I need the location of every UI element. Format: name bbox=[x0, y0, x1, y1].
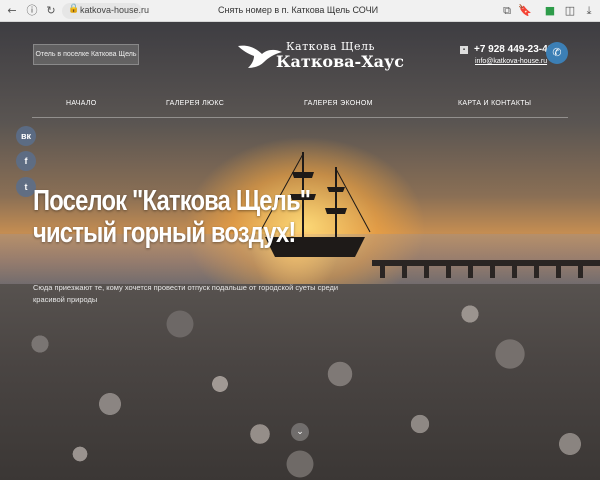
headline-line-2: чистый горный воздух! bbox=[33, 217, 296, 249]
phone-call-icon: ✆ bbox=[552, 46, 562, 59]
url-text: katkova-house.ru bbox=[80, 5, 150, 15]
nav-item-contacts[interactable]: КАРТА И КОНТАКТЫ bbox=[458, 100, 531, 107]
email-link[interactable]: info@katkova-house.ru bbox=[475, 58, 547, 65]
scroll-down-button[interactable]: ⌄ bbox=[291, 423, 309, 441]
download-icon[interactable]: ⤓ bbox=[582, 4, 596, 18]
nav-item-gallery-lux[interactable]: ГАЛЕРЕЯ ЛЮКС bbox=[166, 100, 224, 107]
hero-section bbox=[0, 22, 600, 480]
back-icon[interactable]: ← bbox=[5, 4, 19, 18]
headline-line-1: Поселок "Каткова Щель" bbox=[33, 185, 311, 217]
pier-legs bbox=[380, 266, 600, 278]
extension-icon[interactable]: ■ bbox=[543, 4, 557, 18]
vk-button[interactable]: вк bbox=[16, 126, 36, 146]
twitter-icon: t bbox=[24, 182, 28, 192]
lock-icon: 🔒 bbox=[68, 4, 80, 14]
chevron-down-icon: ⌄ bbox=[296, 427, 304, 437]
phone-icon: ▪ bbox=[460, 46, 468, 54]
facebook-icon: f bbox=[24, 156, 28, 166]
pebble-beach bbox=[0, 284, 600, 480]
logo-title[interactable]: Каткова-Хаус bbox=[276, 52, 404, 71]
facebook-button[interactable]: f bbox=[16, 151, 36, 171]
location-button[interactable]: Отель в поселке Каткова Щель bbox=[33, 44, 139, 65]
page-title: Снять номер в п. Каткова Щель СОЧИ bbox=[218, 5, 379, 15]
reader-icon[interactable]: ◫ bbox=[563, 4, 577, 18]
phone-number[interactable]: +7 928 449-23-49 bbox=[474, 44, 553, 55]
hero-headline: Поселок "Каткова Щель" чистый горный воз… bbox=[33, 185, 311, 249]
vk-icon: вк bbox=[20, 131, 32, 141]
bookmark-icon[interactable]: 🔖 bbox=[518, 4, 532, 18]
address-bar[interactable]: 🔒 katkova-house.ru bbox=[62, 3, 149, 19]
callback-button[interactable]: ✆ bbox=[546, 42, 568, 64]
browser-toolbar: ← ⓘ ↻ 🔒 katkova-house.ru Снять номер в п… bbox=[0, 0, 600, 22]
translate-icon[interactable]: ⧉ bbox=[500, 4, 514, 18]
hero-subtext: Сюда приезжают те, кому хочется провести… bbox=[33, 283, 339, 304]
info-icon[interactable]: ⓘ bbox=[25, 4, 39, 18]
nav-item-home[interactable]: НАЧАЛО bbox=[66, 100, 97, 107]
main-nav: НАЧАЛО ГАЛЕРЕЯ ЛЮКС ГАЛЕРЕЯ ЭКОНОМ КАРТА… bbox=[32, 96, 568, 118]
nav-item-gallery-econom[interactable]: ГАЛЕРЕЯ ЭКОНОМ bbox=[304, 100, 373, 107]
reload-icon[interactable]: ↻ bbox=[44, 4, 58, 18]
